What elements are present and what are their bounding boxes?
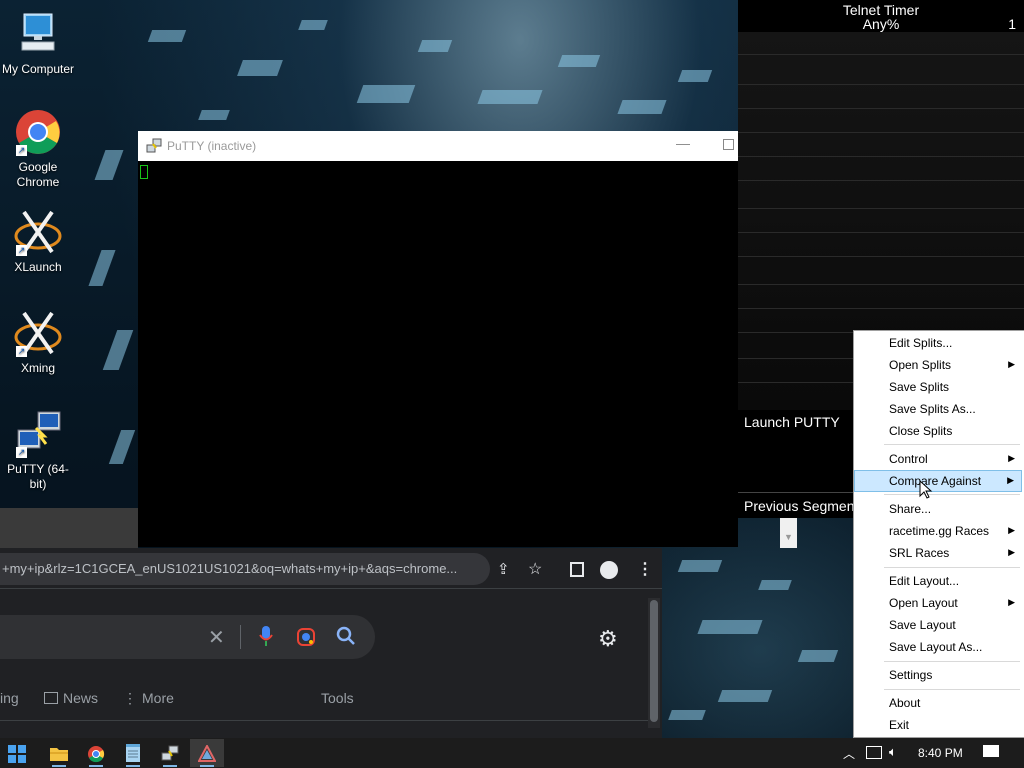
menu-item-open-splits[interactable]: Open Splits ▶ — [854, 355, 1022, 375]
menu-item-save-splits-as[interactable]: Save Splits As... — [854, 399, 1022, 419]
file-explorer-icon[interactable] — [42, 739, 76, 767]
menu-item-edit-layout[interactable]: Edit Layout... — [854, 571, 1022, 591]
background-window-edge — [0, 508, 138, 548]
network-icon[interactable] — [866, 746, 882, 759]
menu-item-save-layout-as[interactable]: Save Layout As... — [854, 637, 1022, 657]
previous-segment-label: Previous Segment — [744, 498, 859, 514]
volume-icon[interactable]: 🔈︎ — [889, 744, 897, 760]
address-bar[interactable]: +my+ip&rlz=1C1GCEA_enUS1021US1021&oq=wha… — [0, 553, 510, 585]
menu-item-control[interactable]: Control ▶ — [854, 449, 1022, 469]
menu-item-about[interactable]: About — [854, 693, 1022, 713]
bookmark-star-icon[interactable]: ☆ — [528, 559, 542, 579]
chrome-icon: ↗ — [14, 108, 62, 156]
desktop-icon-my-computer[interactable]: My Computer — [0, 10, 76, 77]
menu-item-settings[interactable]: Settings — [854, 665, 1022, 685]
menu-item-save-splits[interactable]: Save Splits — [854, 377, 1022, 397]
desktop-icon-label: Xming — [20, 361, 55, 375]
menu-item-exit[interactable]: Exit — [854, 715, 1022, 735]
more-dots-icon: ⋮ — [123, 690, 137, 706]
current-segment-label: Launch PUTTY — [744, 414, 840, 430]
menu-item-share[interactable]: Share... — [854, 499, 1022, 519]
desktop-icon-putty[interactable]: ↗ PuTTY (64-bit) — [0, 410, 76, 492]
menu-kebab-icon[interactable]: ⋮ — [637, 559, 653, 579]
submenu-arrow-icon: ▶ — [1007, 475, 1014, 485]
share-icon[interactable]: ⇪ — [497, 560, 510, 578]
profile-avatar-icon[interactable] — [600, 561, 618, 579]
chevron-up-icon[interactable]: ︿ — [843, 745, 855, 762]
url-text: +my+ip&rlz=1C1GCEA_enUS1021US1021&oq=wha… — [2, 561, 458, 576]
putty-window[interactable]: PuTTY (inactive) — — [138, 131, 738, 547]
category-title: Any% — [862, 16, 900, 32]
start-button[interactable] — [0, 739, 34, 767]
menu-item-open-layout[interactable]: Open Layout ▶ — [854, 593, 1022, 613]
side-panel-icon[interactable] — [570, 562, 584, 577]
submenu-arrow-icon: ▶ — [1008, 453, 1015, 463]
tab-news-label: News — [63, 690, 99, 706]
taskbar[interactable]: ︿ 🔈︎ 8:40 PM — [0, 738, 1024, 768]
menu-item-close-splits[interactable]: Close Splits — [854, 421, 1022, 441]
x-logo-icon: ↗ — [14, 208, 62, 256]
mouse-cursor-icon — [919, 479, 933, 503]
news-icon — [44, 692, 58, 704]
settings-gear-icon[interactable]: ⚙ — [598, 626, 618, 652]
menu-separator — [884, 444, 1020, 445]
desktop-icon-xlaunch[interactable]: ↗ XLaunch — [0, 208, 76, 275]
menu-item-edit-splits[interactable]: Edit Splits... — [854, 333, 1022, 353]
livesplit-icon[interactable] — [190, 739, 224, 767]
tab-images-partial[interactable]: ing — [0, 690, 19, 706]
clock[interactable]: 8:40 PM — [918, 746, 963, 760]
toolbar-divider — [0, 588, 662, 589]
menu-item-srl-races[interactable]: SRL Races ▶ — [854, 543, 1022, 563]
chrome-icon[interactable] — [79, 739, 113, 767]
desktop-icon-label: Google Chrome — [16, 160, 60, 189]
putty-icon: ↗ — [14, 410, 62, 458]
submenu-arrow-icon: ▶ — [1008, 359, 1015, 369]
desktop-icon-label: XLaunch — [14, 260, 62, 274]
google-search-box[interactable]: ✕ — [0, 615, 375, 659]
x-logo-icon: ↗ — [14, 309, 62, 357]
desktop-icon-xming[interactable]: ↗ Xming — [0, 309, 76, 376]
tab-news[interactable]: News — [44, 690, 98, 706]
livesplit-context-menu[interactable]: Edit Splits... Open Splits ▶ Save Splits … — [853, 330, 1024, 738]
putty-icon[interactable] — [153, 739, 187, 767]
scrollbar-thumb[interactable] — [650, 600, 658, 722]
submenu-arrow-icon: ▶ — [1008, 525, 1015, 535]
menu-separator — [884, 494, 1020, 495]
menu-item-compare-against[interactable]: Compare Against ▶ — [854, 470, 1022, 492]
menu-item-racetime-races[interactable]: racetime.gg Races ▶ — [854, 521, 1022, 541]
menu-item-save-layout[interactable]: Save Layout — [854, 615, 1022, 635]
notepad-icon[interactable] — [116, 739, 150, 767]
putty-icon — [146, 138, 162, 157]
tab-more-label: More — [142, 690, 174, 706]
minimize-icon[interactable]: — — [676, 135, 690, 151]
scrollbar[interactable] — [648, 598, 660, 728]
microphone-icon[interactable] — [259, 624, 273, 651]
results-divider — [0, 720, 648, 721]
tools-button[interactable]: Tools — [321, 690, 354, 706]
tab-more[interactable]: ⋮ More — [123, 690, 174, 707]
scrollbar-stub[interactable]: ▼ — [780, 518, 797, 548]
terminal-area[interactable] — [138, 161, 738, 547]
divider — [240, 625, 241, 649]
putty-title: PuTTY (inactive) — [167, 139, 257, 153]
menu-separator — [884, 661, 1020, 662]
menu-separator — [884, 567, 1020, 568]
chevron-down-icon: ▼ — [784, 532, 793, 542]
desktop-icon-google-chrome[interactable]: ↗ Google Chrome — [0, 108, 76, 190]
maximize-icon[interactable] — [723, 139, 734, 150]
computer-icon — [14, 10, 62, 58]
start-icon — [8, 745, 26, 763]
search-icon[interactable] — [336, 626, 356, 649]
notification-icon[interactable] — [983, 745, 999, 757]
clear-icon[interactable]: ✕ — [208, 625, 225, 650]
menu-separator — [884, 689, 1020, 690]
desktop-icon-label: PuTTY (64-bit) — [7, 462, 69, 491]
submenu-arrow-icon: ▶ — [1008, 547, 1015, 557]
google-lens-icon[interactable] — [296, 627, 316, 650]
attempt-count: 1 — [1008, 16, 1016, 32]
submenu-arrow-icon: ▶ — [1008, 597, 1015, 607]
putty-titlebar[interactable]: PuTTY (inactive) — — [138, 131, 738, 161]
desktop-icon-label: My Computer — [1, 62, 75, 76]
